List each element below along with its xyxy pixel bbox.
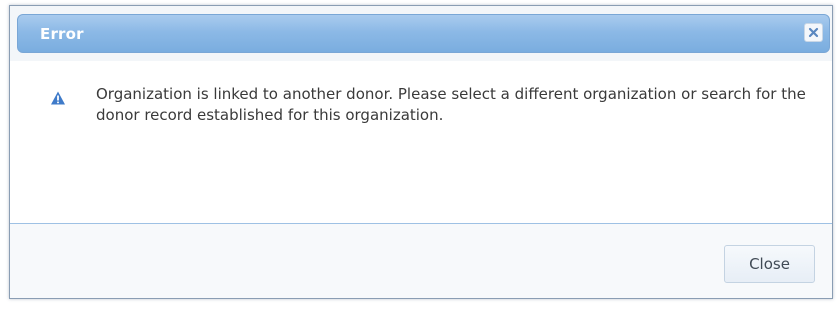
warning-icon: [51, 91, 65, 105]
error-message: Organization is linked to another donor.…: [96, 85, 806, 124]
dialog-titlebar: Error: [10, 6, 832, 61]
dialog-title: Error: [40, 25, 84, 43]
close-button[interactable]: Close: [724, 245, 815, 283]
close-icon[interactable]: [804, 23, 823, 42]
dialog-footer: Close: [10, 224, 832, 298]
titlebar-bar[interactable]: Error: [17, 14, 830, 53]
close-x-glyph: [808, 27, 819, 38]
dialog-content: Organization is linked to another donor.…: [10, 61, 832, 223]
error-dialog: Error Organization is linked to another …: [9, 5, 833, 299]
